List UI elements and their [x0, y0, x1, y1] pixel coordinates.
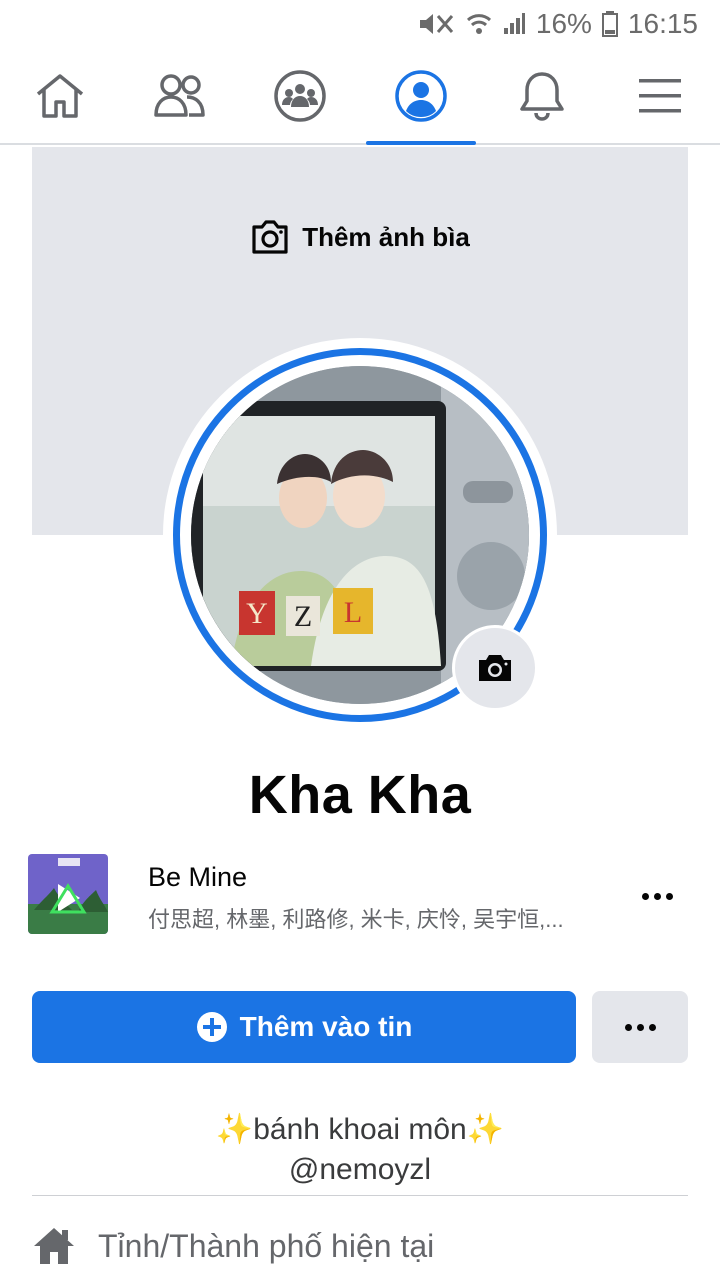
profile-picture[interactable]: Y Z L	[163, 338, 557, 732]
more-dot-icon	[653, 892, 661, 900]
more-dot-icon	[636, 1023, 644, 1031]
plus-circle-icon	[196, 1012, 227, 1042]
divider	[32, 1195, 688, 1196]
tab-menu[interactable]	[605, 48, 715, 143]
profile-bio: ✨bánh khoai môn✨ @nemoyzl	[0, 1110, 720, 1190]
wifi-icon	[466, 14, 491, 34]
signal-icon	[503, 13, 525, 34]
song-title: Be Mine	[148, 862, 248, 892]
profile-more-button[interactable]	[592, 991, 688, 1063]
current-city-item[interactable]: Tỉnh/Thành phố hiện tại	[32, 1226, 434, 1266]
home-icon	[36, 73, 84, 118]
tab-groups[interactable]	[245, 48, 355, 143]
bio-line: ✨bánh khoai môn✨	[215, 1113, 505, 1146]
home-icon	[34, 1228, 74, 1264]
add-cover-photo-label: Thêm ảnh bìa	[302, 221, 470, 252]
svg-text:L: L	[344, 596, 362, 629]
bio-line: @nemoyzl	[288, 1153, 432, 1186]
album-art	[28, 854, 108, 934]
battery-icon	[601, 11, 618, 37]
profile-music[interactable]: Be Mine 付思超, 林墨, 利路修, 米卡, 庆怜, 吴宇恒,...	[28, 854, 692, 936]
svg-text:Z: Z	[294, 600, 312, 633]
tab-home[interactable]	[5, 48, 115, 143]
svg-text:Y: Y	[246, 597, 268, 630]
menu-icon	[639, 78, 681, 112]
more-dot-icon	[641, 892, 649, 900]
change-avatar-button[interactable]	[452, 625, 538, 711]
friends-icon	[154, 73, 205, 117]
add-to-story-button[interactable]: Thêm vào tin	[32, 991, 576, 1063]
album-cover	[28, 854, 108, 934]
add-cover-photo-button[interactable]: Thêm ảnh bìa	[32, 219, 688, 255]
notifications-icon	[520, 71, 564, 121]
add-to-story-label: Thêm vào tin	[239, 1011, 413, 1042]
tab-friends[interactable]	[125, 48, 235, 143]
song-artists: 付思超, 林墨, 利路修, 米卡, 庆怜, 吴宇恒,...	[148, 907, 564, 932]
more-dot-icon	[648, 1023, 656, 1031]
camera-icon	[479, 655, 511, 681]
music-more-button[interactable]	[632, 878, 682, 914]
battery-percentage: 16%	[535, 8, 592, 39]
top-nav	[0, 48, 720, 145]
tab-notifications[interactable]	[487, 48, 597, 143]
current-city-label: Tỉnh/Thành phố hiện tại	[98, 1227, 435, 1264]
clock: 16:15	[627, 8, 698, 39]
profile-icon	[395, 69, 447, 122]
profile-name: Kha Kha	[248, 765, 472, 825]
mute-icon	[419, 14, 454, 34]
more-dot-icon	[665, 892, 673, 900]
status-bar: 16% 16:15	[0, 0, 720, 48]
more-dot-icon	[624, 1023, 632, 1031]
camera-icon	[252, 220, 288, 254]
tab-profile[interactable]	[366, 48, 476, 145]
groups-icon	[274, 69, 326, 122]
